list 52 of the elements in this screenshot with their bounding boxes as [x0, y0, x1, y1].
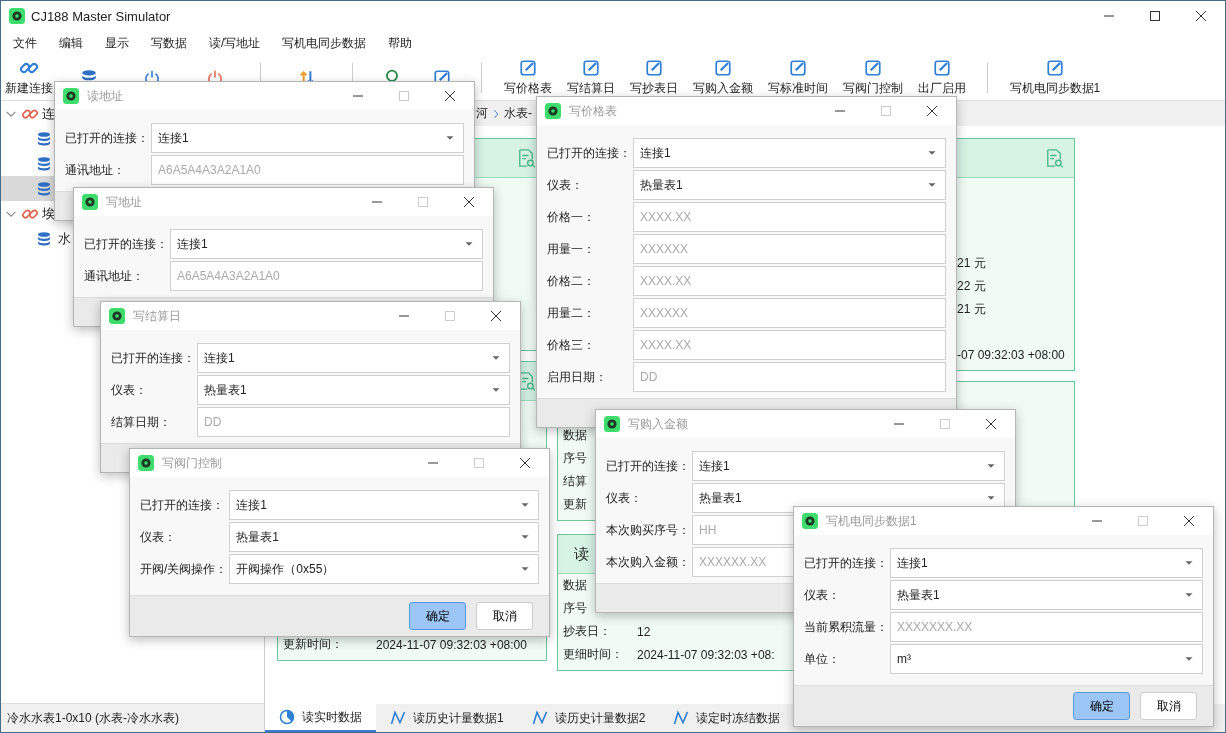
field-label: 已打开的连接：: [84, 235, 168, 253]
field-value: 2024-11-07 09:32:03 +08:: [637, 647, 775, 662]
field-value: -07 09:32:03 +08:00: [957, 347, 1065, 362]
field-label: 已打开的连接：: [804, 554, 888, 572]
field-label: 价格二：: [547, 272, 596, 290]
field-label: 序号: [563, 600, 587, 617]
field-label: 序号: [563, 450, 587, 467]
field-label: 通讯地址：: [65, 161, 126, 179]
dialog-title: 写地址: [106, 193, 142, 211]
field-label: 数据: [563, 427, 587, 444]
field-label: 价格三：: [547, 336, 596, 354]
field-label: 结算: [563, 473, 587, 490]
field-label: 已打开的连接：: [140, 496, 225, 514]
field-value: 21 元: [957, 255, 986, 272]
status-bar: 冷水水表1-0x10 (水表-冷水水表): [1, 703, 264, 732]
dialog-title: 写价格表: [569, 102, 617, 120]
dialog-title: 写阀门控制: [162, 454, 222, 472]
field-label: 仪表：: [547, 176, 584, 194]
field-label: 通讯地址：: [84, 267, 145, 285]
field-label: 抄表日：: [563, 623, 611, 640]
dialog-title: 写机电同步数据1: [826, 512, 917, 530]
field-label: 启用日期：: [547, 368, 608, 386]
field-label: 用量一：: [547, 240, 596, 258]
field-label: 价格一：: [547, 208, 596, 226]
window-title: CJ188 Master Simulator: [31, 8, 171, 24]
field-label: 单位：: [804, 650, 841, 668]
field-value: 2024-11-07 09:32:03 +08:00: [376, 637, 527, 652]
dialog-title: 写结算日: [133, 307, 181, 325]
field-label: 仪表：: [606, 489, 643, 507]
field-label: 更新时间：: [283, 636, 343, 653]
field-label: 当前累积流量：: [804, 618, 888, 636]
field-label: 本次购入金额：: [606, 553, 690, 571]
field-value: 21 元: [957, 301, 986, 318]
field-label: 更细时间：: [563, 646, 623, 663]
card-title: 读: [573, 544, 589, 564]
field-label: 已打开的连接：: [547, 144, 631, 162]
field-label: 数据: [563, 577, 587, 594]
dialog-title: 写购入金额: [628, 415, 688, 433]
field-label: 仪表：: [111, 381, 148, 399]
dialog-title: 读地址: [87, 87, 123, 105]
field-label: 已打开的连接：: [65, 129, 149, 147]
field-value: 12: [637, 624, 651, 639]
field-label: 结算日期：: [111, 413, 172, 431]
field-label: 仪表：: [140, 528, 177, 546]
field-label: 更新: [563, 496, 587, 513]
field-label: 开阀/关阀操作：: [140, 560, 228, 578]
field-value: 22 元: [957, 278, 986, 295]
field-label: 已打开的连接：: [606, 457, 690, 475]
field-label: 本次购买序号：: [606, 521, 690, 539]
field-label: 用量二：: [547, 304, 596, 322]
field-label: 已打开的连接：: [111, 349, 195, 367]
field-label: 仪表：: [804, 586, 841, 604]
